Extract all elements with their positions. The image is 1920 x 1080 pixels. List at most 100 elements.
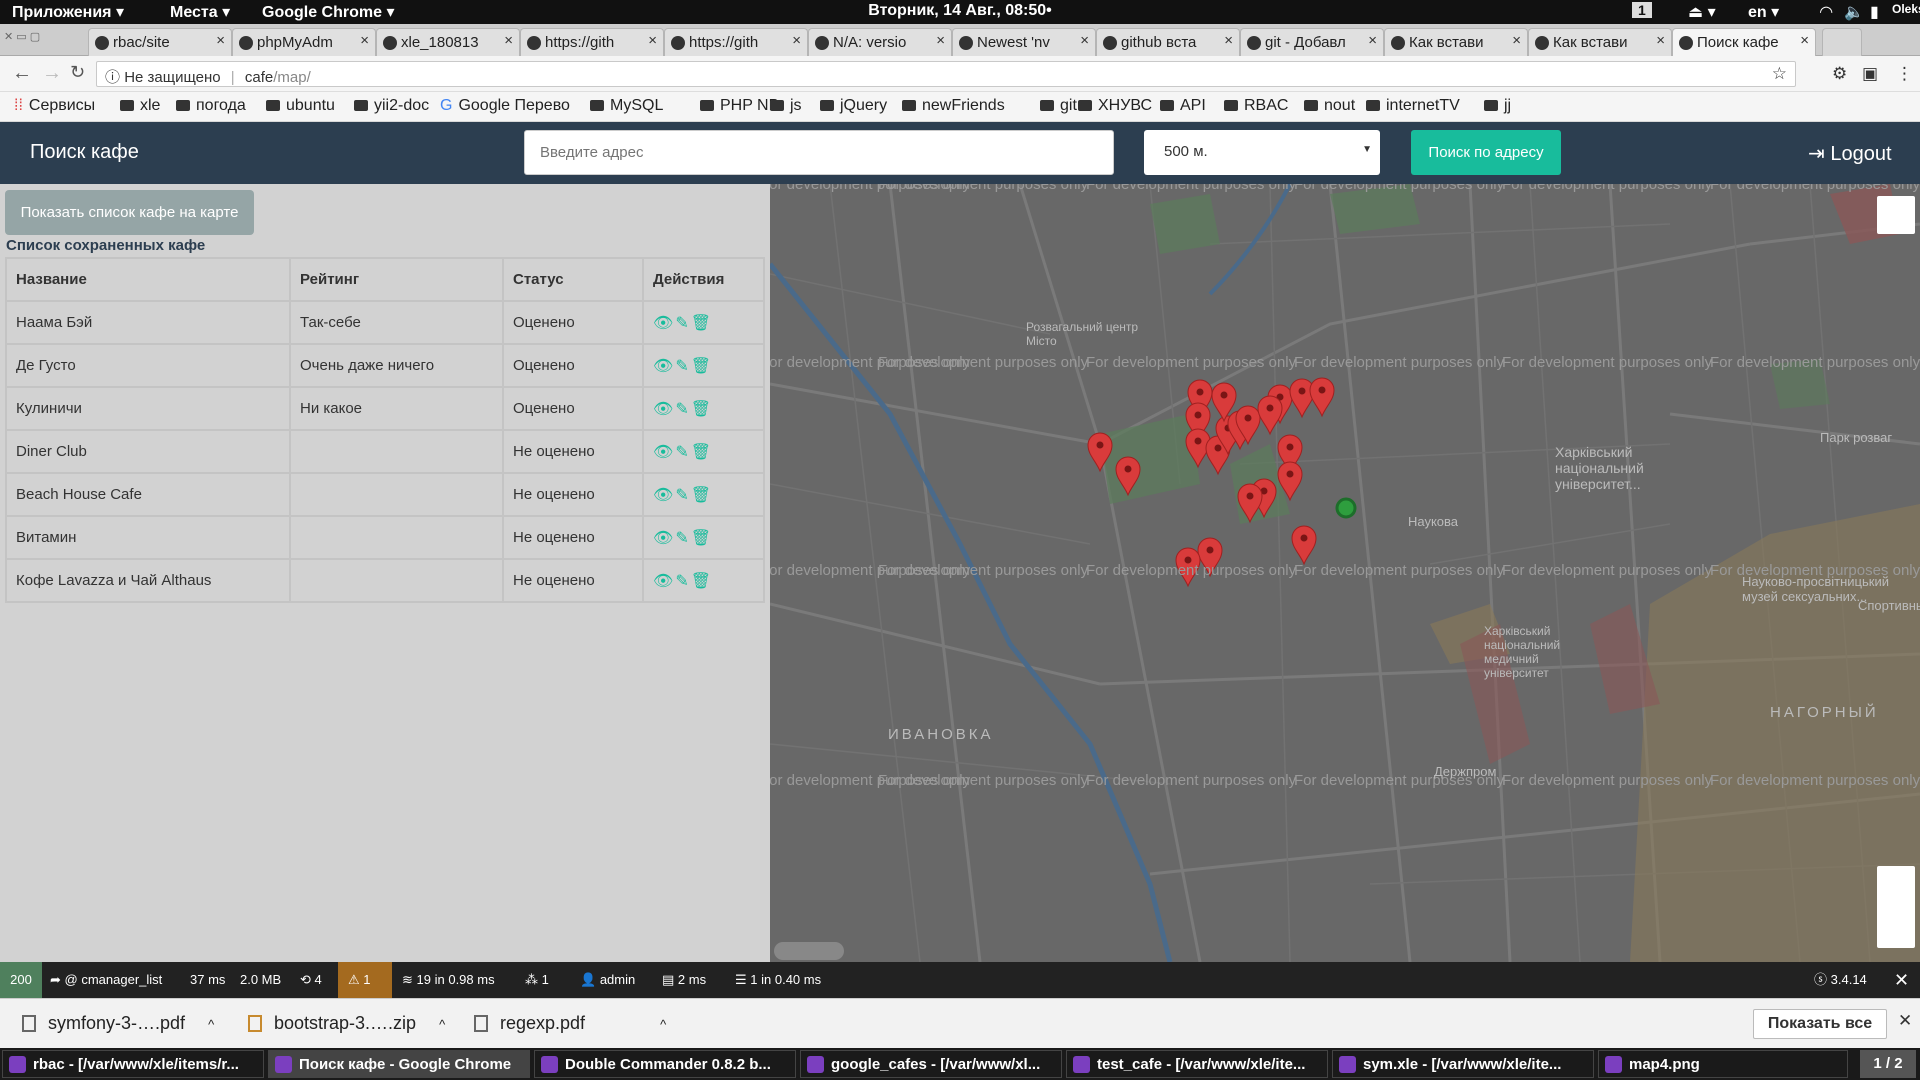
edit-icon[interactable]: ✎ bbox=[675, 573, 690, 590]
bookmark-star-icon[interactable]: ☆ bbox=[1772, 64, 1787, 84]
taskbar-item[interactable]: test_cafe - [/var/www/xle/ite... bbox=[1066, 1050, 1328, 1078]
memory-usage[interactable]: 2.0 MB bbox=[240, 962, 281, 998]
browser-tab[interactable]: Newest 'nv × bbox=[952, 28, 1096, 56]
taskbar-item[interactable]: Double Commander 0.8.2 b... bbox=[534, 1050, 796, 1078]
wifi-icon[interactable]: ◠ bbox=[1820, 2, 1832, 22]
taskbar-item[interactable]: rbac - [/var/www/xle/items/r... bbox=[2, 1050, 264, 1078]
edit-icon[interactable]: ✎ bbox=[675, 487, 690, 504]
bookmark-item[interactable]: jj bbox=[1484, 97, 1511, 115]
view-icon[interactable]: 👁 bbox=[653, 530, 675, 547]
language-indicator[interactable]: en ▾ bbox=[1748, 2, 1779, 22]
close-toolbar-icon[interactable]: ✕ bbox=[1894, 962, 1909, 998]
request-time[interactable]: 37 ms bbox=[190, 962, 225, 998]
reload-icon[interactable]: ↻ bbox=[70, 62, 85, 83]
info-icon[interactable]: ⓘ bbox=[105, 69, 120, 86]
close-tab-icon[interactable]: × bbox=[1368, 32, 1377, 49]
chevron-up-icon[interactable]: ^ bbox=[660, 1017, 666, 1032]
forms-count[interactable]: ⟲ 4 bbox=[300, 962, 322, 998]
bookmark-item[interactable]: newFriends bbox=[902, 97, 1005, 115]
forward-icon[interactable]: → bbox=[42, 62, 62, 85]
twig-stats[interactable]: ≋ 19 in 0.98 ms bbox=[402, 962, 495, 998]
symfony-version[interactable]: ⓢ 3.4.14 bbox=[1814, 962, 1867, 998]
battery-icon[interactable]: ▮ bbox=[1870, 2, 1879, 22]
security-user[interactable]: 👤 admin bbox=[580, 962, 635, 998]
volume-icon[interactable]: 🔈 bbox=[1844, 2, 1864, 22]
chevron-up-icon[interactable]: ^ bbox=[208, 1017, 214, 1032]
browser-tab[interactable]: https://gith × bbox=[520, 28, 664, 56]
view-icon[interactable]: 👁 bbox=[653, 315, 675, 332]
bookmark-item[interactable]: API bbox=[1160, 97, 1206, 115]
browser-tab[interactable]: github вста × bbox=[1096, 28, 1240, 56]
bookmark-item[interactable]: yii2-doc bbox=[354, 97, 429, 115]
close-tab-icon[interactable]: × bbox=[1512, 32, 1521, 49]
browser-tab[interactable]: Как встави × bbox=[1528, 28, 1672, 56]
address-bar[interactable]: ⓘ Не защищено | cafe/map/ ☆ bbox=[96, 61, 1796, 87]
extension-icon[interactable]: ⚙ bbox=[1832, 64, 1847, 84]
close-tab-icon[interactable]: × bbox=[792, 32, 801, 49]
address-search-input[interactable] bbox=[524, 130, 1114, 175]
edit-icon[interactable]: ✎ bbox=[675, 444, 690, 461]
route-name[interactable]: ➦ @ cmanager_list bbox=[50, 962, 162, 998]
bookmark-item[interactable]: MySQL bbox=[590, 97, 663, 115]
browser-tab[interactable]: Как встави × bbox=[1384, 28, 1528, 56]
eject-icon[interactable]: ⏏ ▾ bbox=[1688, 2, 1716, 22]
db-queries[interactable]: ☰ 1 in 0.40 ms bbox=[735, 962, 821, 998]
bookmark-item[interactable]: internetTV bbox=[1366, 97, 1460, 115]
bookmark-item[interactable]: xle bbox=[120, 97, 160, 115]
bookmark-item[interactable]: git bbox=[1040, 97, 1077, 115]
search-by-address-button[interactable]: Поиск по адресу bbox=[1411, 130, 1561, 175]
bookmark-item[interactable]: RBAC bbox=[1224, 97, 1288, 115]
workspace-indicator[interactable]: 1 bbox=[1632, 2, 1652, 18]
delete-icon[interactable]: 🗑 bbox=[691, 401, 713, 418]
view-icon[interactable]: 👁 bbox=[653, 358, 675, 375]
bookmark-item[interactable]: PHP NB bbox=[700, 97, 779, 115]
bookmark-item[interactable]: G Google Перево bbox=[440, 97, 570, 115]
edit-icon[interactable]: ✎ bbox=[675, 358, 690, 375]
places-menu[interactable]: Места ▾ bbox=[170, 2, 230, 22]
logout-link[interactable]: ⇥ Logout bbox=[1808, 141, 1892, 166]
user-name[interactable]: Oleksii bbox=[1892, 2, 1920, 16]
browser-tab[interactable]: N/A: versio × bbox=[808, 28, 952, 56]
view-icon[interactable]: 👁 bbox=[653, 444, 675, 461]
delete-icon[interactable]: 🗑 bbox=[691, 444, 713, 461]
bookmark-item[interactable]: nout bbox=[1304, 97, 1355, 115]
delete-icon[interactable]: 🗑 bbox=[691, 358, 713, 375]
google-map[interactable]: For development purposes only For develop… bbox=[770, 184, 1920, 962]
apps-menu[interactable]: Приложения ▾ bbox=[12, 2, 124, 22]
taskbar-item[interactable]: sym.xle - [/var/www/xle/ite... bbox=[1332, 1050, 1594, 1078]
close-tab-icon[interactable]: × bbox=[1080, 32, 1089, 49]
bookmark-item[interactable]: js bbox=[770, 97, 802, 115]
show-all-downloads-button[interactable]: Показать все bbox=[1753, 1009, 1887, 1039]
show-cafes-on-map-button[interactable]: Показать список кафе на карте bbox=[5, 190, 254, 235]
taskbar-item[interactable]: map4.png bbox=[1598, 1050, 1848, 1078]
back-icon[interactable]: ← bbox=[12, 62, 32, 85]
new-tab-button[interactable] bbox=[1822, 28, 1862, 56]
brand-title[interactable]: Поиск кафе bbox=[30, 141, 139, 164]
translations-count[interactable]: ⁂ 1 bbox=[525, 962, 549, 998]
bookmark-item[interactable]: jQuery bbox=[820, 97, 887, 115]
view-icon[interactable]: 👁 bbox=[653, 487, 675, 504]
delete-icon[interactable]: 🗑 bbox=[691, 530, 713, 547]
bookmark-item[interactable]: погода bbox=[176, 97, 246, 115]
taskbar-item[interactable]: google_cafes - [/var/www/xl... bbox=[800, 1050, 1062, 1078]
zoom-control[interactable] bbox=[1877, 866, 1915, 948]
window-buttons[interactable]: ✕ ▭ ▢ bbox=[4, 30, 40, 43]
browser-tab[interactable]: Поиск кафе × bbox=[1672, 28, 1816, 56]
view-icon[interactable]: 👁 bbox=[653, 573, 675, 590]
warnings-count[interactable]: ⚠ 1 bbox=[338, 962, 392, 998]
chevron-up-icon[interactable]: ^ bbox=[439, 1017, 445, 1032]
cache-time[interactable]: ▤ 2 ms bbox=[662, 962, 706, 998]
close-tab-icon[interactable]: × bbox=[360, 32, 369, 49]
menu-icon[interactable]: ⋮ bbox=[1896, 64, 1913, 84]
taskbar-item[interactable]: Поиск кафе - Google Chrome bbox=[268, 1050, 530, 1078]
delete-icon[interactable]: 🗑 bbox=[691, 487, 713, 504]
bookmark-item[interactable]: ХНУВС bbox=[1078, 97, 1152, 115]
download-item[interactable]: symfony-3-….pdf ^ bbox=[22, 1013, 214, 1034]
http-status[interactable]: 200 bbox=[0, 962, 42, 998]
workspace-pager[interactable]: 1 / 2 bbox=[1860, 1050, 1916, 1078]
delete-icon[interactable]: 🗑 bbox=[691, 573, 713, 590]
edit-icon[interactable]: ✎ bbox=[675, 530, 690, 547]
browser-tab[interactable]: rbac/site × bbox=[88, 28, 232, 56]
close-tab-icon[interactable]: × bbox=[216, 32, 225, 49]
chrome-app-menu[interactable]: Google Chrome ▾ bbox=[262, 2, 394, 22]
